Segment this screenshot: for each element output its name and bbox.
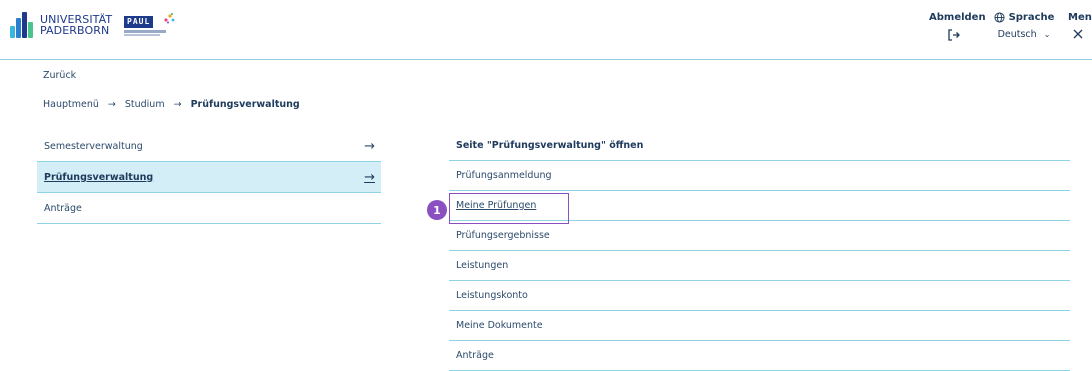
submenu-item-label: Prüfungsergebnisse xyxy=(456,230,550,241)
back-link[interactable]: Zurück xyxy=(43,70,76,81)
breadcrumb-arrow-icon: → xyxy=(173,99,182,110)
submenu-item-pruefungsergebnisse[interactable]: Prüfungsergebnisse xyxy=(449,221,1070,251)
close-icon xyxy=(1072,28,1092,43)
globe-icon xyxy=(994,12,1005,23)
left-menu-item-label: Anträge xyxy=(44,202,82,214)
logout-label: Abmelden xyxy=(929,12,986,23)
submenu-item-meine-dokumente[interactable]: Meine Dokumente xyxy=(449,311,1070,341)
submenu-item-meine-pruefungen[interactable]: Meine Prüfungen xyxy=(449,191,1070,221)
menu-button[interactable]: Menü xyxy=(1068,12,1092,43)
logout-icon xyxy=(929,28,979,45)
logout-button[interactable]: Abmelden xyxy=(929,12,986,45)
chevron-down-icon: ⌄ xyxy=(1043,30,1051,39)
annotation-step-marker: 1 xyxy=(427,200,447,220)
submenu-list: Seite "Prüfungsverwaltung" öffnen Prüfun… xyxy=(449,131,1070,371)
left-menu: Semesterverwaltung → Prüfungsverwaltung … xyxy=(37,131,381,224)
university-logo-line2: PADERBORN xyxy=(40,24,110,37)
sparkle-icon xyxy=(164,12,175,24)
submenu-item-label: Meine Prüfungen xyxy=(456,200,537,211)
university-logo-icon xyxy=(10,12,34,38)
language-label: Sprache xyxy=(1008,12,1055,23)
university-logo[interactable]: UNIVERSITÄT PADERBORN xyxy=(10,12,112,38)
paul-logo-text: PAUL xyxy=(124,16,154,28)
submenu-item-label: Leistungskonto xyxy=(456,290,528,301)
top-header: UNIVERSITÄT PADERBORN PAUL Abmelden Spra… xyxy=(0,0,1092,60)
arrow-right-icon: → xyxy=(364,169,375,185)
open-page-label: Seite "Prüfungsverwaltung" öffnen xyxy=(456,140,644,151)
breadcrumb-item-hauptmenue[interactable]: Hauptmenü xyxy=(43,99,99,110)
submenu-item-antraege[interactable]: Anträge xyxy=(449,341,1070,371)
left-menu-item-label: Semesterverwaltung xyxy=(44,140,143,152)
submenu-item-leistungskonto[interactable]: Leistungskonto xyxy=(449,281,1070,311)
language-value: Deutsch xyxy=(997,29,1037,40)
menu-label: Menü xyxy=(1068,12,1092,23)
left-menu-item-pruefungsverwaltung[interactable]: Prüfungsverwaltung → xyxy=(37,162,381,193)
arrow-right-icon: → xyxy=(364,138,375,154)
left-menu-item-semesterverwaltung[interactable]: Semesterverwaltung → xyxy=(37,131,381,162)
submenu-item-leistungen[interactable]: Leistungen xyxy=(449,251,1070,281)
left-menu-item-label: Prüfungsverwaltung xyxy=(44,171,154,183)
open-page-link[interactable]: Seite "Prüfungsverwaltung" öffnen xyxy=(449,131,1070,161)
breadcrumb-arrow-icon: → xyxy=(107,99,116,110)
submenu-item-label: Prüfungsanmeldung xyxy=(456,170,552,181)
left-menu-item-antraege[interactable]: Anträge xyxy=(37,193,381,224)
breadcrumb: Hauptmenü → Studium → Prüfungsverwaltung xyxy=(43,99,300,110)
submenu-item-label: Leistungen xyxy=(456,260,509,271)
submenu-item-label: Anträge xyxy=(456,350,494,361)
paul-logo[interactable]: PAUL xyxy=(124,12,175,36)
submenu-item-label: Meine Dokumente xyxy=(456,320,543,331)
submenu-item-pruefungsanmeldung[interactable]: Prüfungsanmeldung xyxy=(449,161,1070,191)
language-selector[interactable]: Sprache Deutsch ⌄ xyxy=(992,12,1056,40)
breadcrumb-item-current: Prüfungsverwaltung xyxy=(190,99,300,110)
breadcrumb-item-studium[interactable]: Studium xyxy=(125,99,165,110)
